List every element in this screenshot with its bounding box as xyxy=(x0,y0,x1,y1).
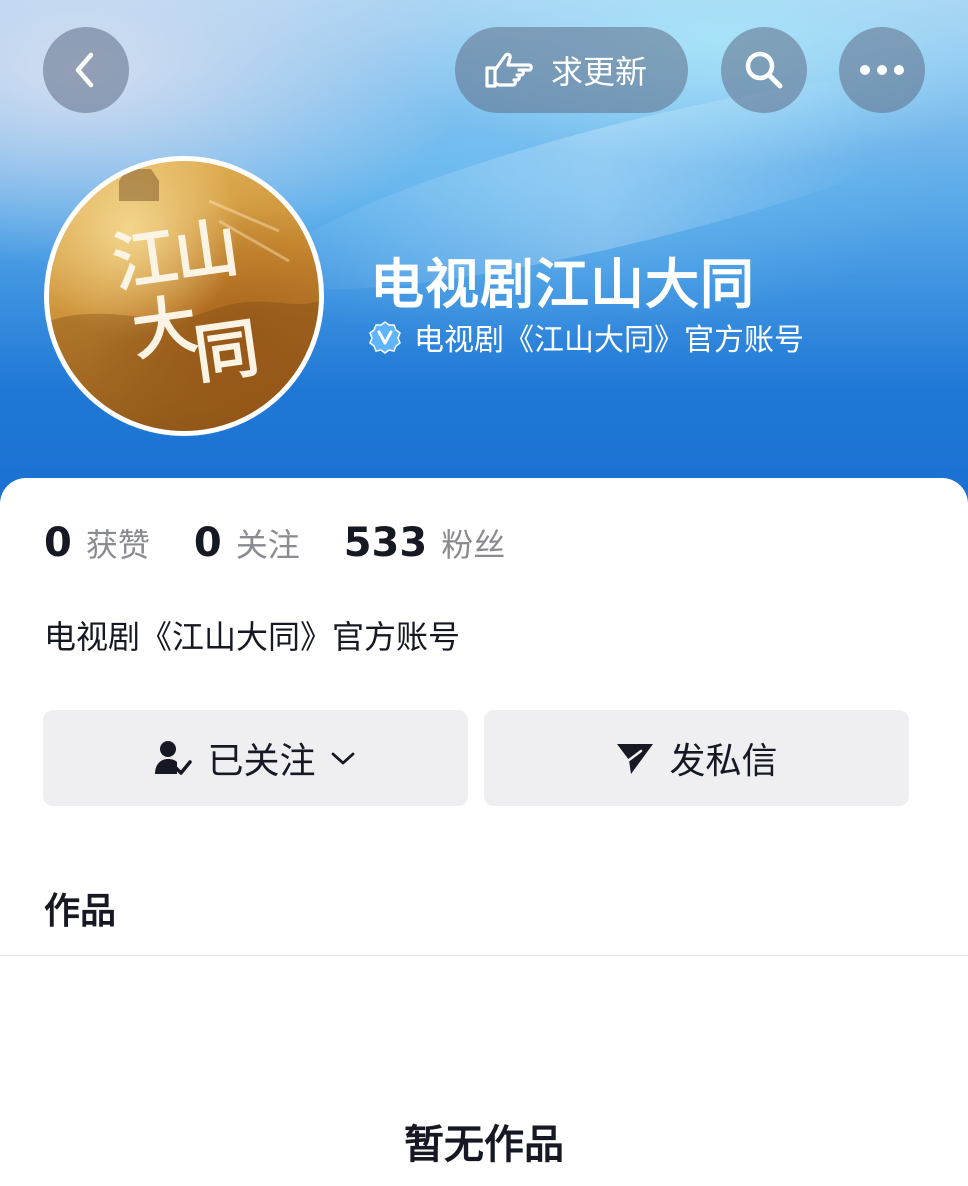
stat-likes-label: 获赞 xyxy=(85,526,150,564)
empty-works-text: 暂无作品 xyxy=(404,1122,564,1168)
verification-row: 电视剧《江山大同》官方账号 xyxy=(368,315,804,359)
avatar-artwork: 江山大同 xyxy=(49,169,319,431)
chevron-left-icon xyxy=(75,52,94,88)
stat-followers[interactable]: 533 粉丝 xyxy=(344,520,506,566)
chevron-down-icon xyxy=(331,752,354,765)
profile-bio: 电视剧《江山大同》官方账号 xyxy=(44,618,461,656)
more-horizontal-icon xyxy=(860,65,904,75)
works-tab[interactable]: 作品 xyxy=(44,882,116,934)
send-message-label: 发私信 xyxy=(669,741,778,782)
stats-row: 0 获赞 0 关注 533 粉丝 xyxy=(44,520,549,566)
request-update-label: 求更新 xyxy=(551,53,648,91)
avatar[interactable]: 江山大同 xyxy=(44,156,324,436)
search-icon xyxy=(745,51,783,89)
back-button[interactable] xyxy=(43,27,129,113)
profile-card xyxy=(0,478,968,1186)
stat-likes-value: 0 xyxy=(44,520,72,566)
verification-text: 电视剧《江山大同》官方账号 xyxy=(414,323,804,358)
send-message-button[interactable]: 发私信 xyxy=(484,710,909,806)
followed-button[interactable]: 已关注 xyxy=(43,710,468,806)
stat-following-label: 关注 xyxy=(235,526,300,564)
followed-label: 已关注 xyxy=(207,741,316,782)
send-icon xyxy=(617,744,654,774)
user-check-icon xyxy=(155,741,193,775)
stat-likes[interactable]: 0 获赞 xyxy=(44,520,150,566)
verified-v-icon xyxy=(369,321,401,354)
search-button[interactable] xyxy=(721,27,807,113)
stat-followers-value: 533 xyxy=(343,520,428,566)
profile-name: 电视剧江山大同 xyxy=(370,253,755,316)
stat-followers-label: 粉丝 xyxy=(441,526,506,564)
stat-following[interactable]: 0 关注 xyxy=(194,520,300,566)
stat-following-value: 0 xyxy=(193,520,222,566)
works-divider xyxy=(0,955,968,956)
more-button[interactable] xyxy=(839,27,925,113)
pointing-hand-icon xyxy=(485,52,533,88)
request-update-button[interactable]: 求更新 xyxy=(455,27,688,113)
